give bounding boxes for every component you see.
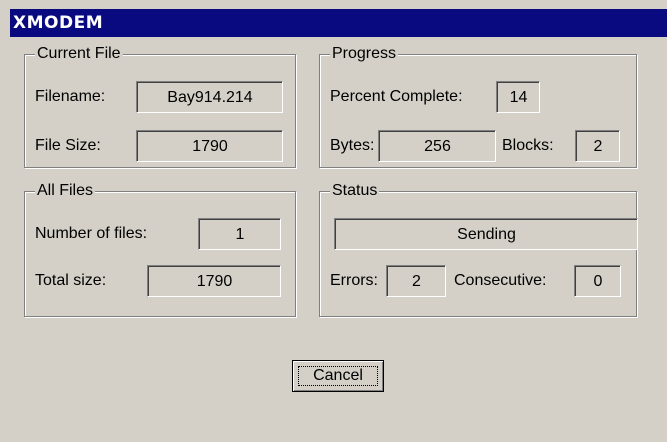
percent-complete-field: 14 bbox=[496, 81, 540, 113]
blocks-value: 2 bbox=[576, 131, 619, 161]
cancel-button[interactable]: Cancel bbox=[292, 360, 384, 392]
title-bar[interactable]: XMODEM bbox=[10, 9, 667, 37]
window-title: XMODEM bbox=[13, 13, 104, 33]
current-file-group: Current File Filename: Bay914.214 File S… bbox=[24, 44, 296, 168]
filename-label: Filename: bbox=[35, 88, 106, 105]
all-files-group: All Files Number of files: 1 Total size:… bbox=[24, 181, 296, 317]
progress-group: Progress Percent Complete: 14 Bytes: 256… bbox=[319, 44, 637, 168]
bytes-field: 256 bbox=[378, 130, 496, 162]
file-size-field: 1790 bbox=[136, 130, 283, 162]
filename-field: Bay914.214 bbox=[136, 81, 283, 113]
current-file-legend: Current File bbox=[35, 44, 123, 64]
consecutive-label: Consecutive: bbox=[454, 272, 547, 289]
number-of-files-label: Number of files: bbox=[35, 225, 148, 242]
consecutive-value: 0 bbox=[575, 266, 620, 296]
all-files-legend: All Files bbox=[35, 181, 96, 201]
bytes-label: Bytes: bbox=[330, 137, 375, 154]
errors-field: 2 bbox=[386, 265, 446, 297]
consecutive-field: 0 bbox=[574, 265, 621, 297]
total-size-label: Total size: bbox=[35, 272, 107, 289]
total-size-field: 1790 bbox=[147, 265, 281, 297]
filename-value: Bay914.214 bbox=[137, 82, 282, 112]
bytes-value: 256 bbox=[379, 131, 495, 161]
errors-label: Errors: bbox=[330, 272, 378, 289]
number-of-files-field: 1 bbox=[198, 218, 281, 250]
blocks-label: Blocks: bbox=[502, 137, 554, 154]
xmodem-dialog: XMODEM Current File Filename: Bay914.214… bbox=[0, 0, 667, 442]
blocks-field: 2 bbox=[575, 130, 620, 162]
percent-complete-value: 14 bbox=[497, 82, 539, 112]
total-size-value: 1790 bbox=[148, 266, 280, 296]
progress-legend: Progress bbox=[330, 44, 399, 64]
errors-value: 2 bbox=[387, 266, 445, 296]
dialog-body: Current File Filename: Bay914.214 File S… bbox=[10, 37, 667, 442]
status-value: Sending bbox=[335, 219, 637, 249]
cancel-button-label: Cancel bbox=[298, 366, 378, 386]
number-of-files-value: 1 bbox=[199, 219, 280, 249]
status-field: Sending bbox=[334, 218, 638, 250]
file-size-label: File Size: bbox=[35, 137, 101, 154]
file-size-value: 1790 bbox=[137, 131, 282, 161]
status-group: Status Sending Errors: 2 Consecutive: 0 bbox=[319, 181, 638, 317]
status-legend: Status bbox=[330, 181, 380, 201]
percent-complete-label: Percent Complete: bbox=[330, 88, 463, 105]
